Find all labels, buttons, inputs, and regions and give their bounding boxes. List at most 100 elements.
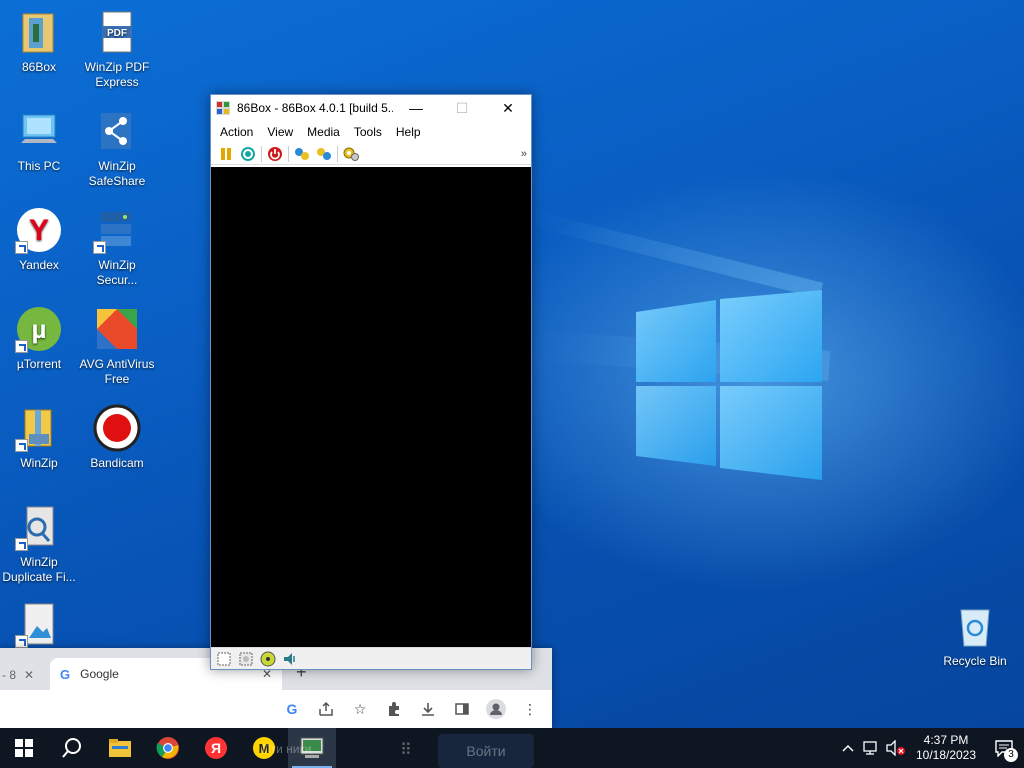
taskbar-file-explorer[interactable] <box>96 728 144 768</box>
winzip-pdf-icon: PDF <box>93 8 141 56</box>
show-hidden-icons-button[interactable] <box>836 728 860 768</box>
desktop-icon-winzip-pdf[interactable]: PDF WinZip PDF Express <box>78 8 156 90</box>
chevron-up-icon <box>842 744 854 752</box>
desktop-icon-label: WinZip PDF Express <box>84 60 150 89</box>
settings-icon <box>343 147 359 161</box>
chrome-icon <box>156 737 179 759</box>
light-beam <box>528 210 824 299</box>
desktop-icon-recycle-bin[interactable]: Recycle Bin <box>936 602 1014 669</box>
86box-app-icon <box>215 100 231 116</box>
pause-icon <box>221 147 231 160</box>
windows-logo <box>636 290 822 480</box>
shortcut-arrow-icon <box>15 439 28 452</box>
desktop-icon-winzip-safeshare[interactable]: WinZip SafeShare <box>78 107 156 189</box>
action-center-button[interactable]: 3 <box>984 728 1024 768</box>
floppy-drive-icon[interactable] <box>213 650 235 668</box>
menu-action[interactable]: Action <box>213 125 260 139</box>
desktop-icon-label: WinZip Secur... <box>96 258 138 287</box>
share-icon[interactable] <box>316 699 336 719</box>
desktop-icon-label: Recycle Bin <box>943 654 1007 668</box>
desktop-icon-yandex[interactable]: Y Yandex <box>0 206 78 273</box>
shortcut-arrow-icon <box>15 340 28 353</box>
start-button[interactable] <box>0 728 48 768</box>
side-panel-icon[interactable] <box>452 699 472 719</box>
profile-avatar-icon[interactable] <box>486 699 506 719</box>
taskbar-yandex[interactable]: Я <box>192 728 240 768</box>
menu-media[interactable]: Media <box>300 125 347 139</box>
desktop-icon-image[interactable] <box>0 600 78 652</box>
desktop-icon-86box[interactable]: 86Box <box>0 8 78 75</box>
chrome-menu-icon[interactable]: ⋮ <box>520 699 540 719</box>
maximize-button[interactable]: ☐ <box>439 95 485 121</box>
86box-window: 86Box - 86Box 4.0.1 [build 5... — ☐ ✕ Ac… <box>210 94 532 670</box>
menu-help[interactable]: Help <box>389 125 428 139</box>
network-icon <box>863 741 877 755</box>
winzip-secure-icon <box>93 206 141 254</box>
emulator-screen[interactable] <box>211 167 531 647</box>
minimize-icon: — <box>409 100 423 116</box>
hard-reset-button[interactable] <box>237 144 259 164</box>
86box-statusbar <box>211 647 531 669</box>
volume-button[interactable] <box>884 728 908 768</box>
desktop-icon-winzip[interactable]: WinZip <box>0 404 78 471</box>
86box-toolbar: » <box>211 143 531 165</box>
winzip-duplicate-icon <box>15 503 63 551</box>
menu-tools[interactable]: Tools <box>347 125 389 139</box>
shortcut-arrow-icon <box>15 241 28 254</box>
chrome-toolbar: G ☆ ⋮ <box>0 690 552 728</box>
pause-button[interactable] <box>215 144 237 164</box>
avg-icon <box>93 305 141 353</box>
desktop-icon-winzip-secure[interactable]: WinZip Secur... <box>78 206 156 288</box>
clock-time: 4:37 PM <box>923 733 969 747</box>
desktop-icon-label: Yandex <box>19 258 59 272</box>
search-icon <box>62 738 81 758</box>
sound-icon[interactable] <box>279 650 301 668</box>
chrome-tab-previous[interactable]: - 8 ✕ <box>0 660 46 690</box>
desktop-icon-label: Bandicam <box>90 456 144 470</box>
background-ghost-text: Пти ники <box>262 742 312 756</box>
tab-close-icon[interactable]: ✕ <box>24 668 34 682</box>
maximize-icon: ☐ <box>455 99 469 116</box>
hard-disk-activity-icon[interactable] <box>257 650 279 668</box>
desktop-icon-winzip-duplicate[interactable]: WinZip Duplicate Fi... <box>0 503 78 585</box>
toolbar-separator <box>337 145 338 162</box>
svg-text:µ: µ <box>32 314 47 344</box>
settings-button[interactable] <box>340 144 362 164</box>
close-button[interactable]: ✕ <box>485 95 531 121</box>
recycle-bin-icon <box>951 602 999 650</box>
ctrl-alt-del-button[interactable] <box>291 144 313 164</box>
desktop-icon-label: 86Box <box>21 60 57 74</box>
taskbar: Я M Пти ники ⠿ Войти 4:37 PM 10/18/2023 … <box>0 728 1024 768</box>
86box-titlebar[interactable]: 86Box - 86Box 4.0.1 [build 5... — ☐ ✕ <box>211 95 531 121</box>
system-tray: 4:37 PM 10/18/2023 3 <box>836 728 1024 768</box>
desktop-icon-utorrent[interactable]: µ µTorrent <box>0 305 78 372</box>
taskbar-chrome[interactable] <box>144 728 192 768</box>
google-lens-icon[interactable]: G <box>282 699 302 719</box>
minimize-button[interactable]: — <box>393 95 439 121</box>
ctrl-alt-esc-icon <box>317 147 331 160</box>
background-grid-icon: ⠿ <box>400 742 412 759</box>
desktop-icon-label: WinZip <box>20 456 58 470</box>
yandex-icon: Y <box>15 206 63 254</box>
desktop-icon-label: AVG AntiVirus Free <box>79 357 155 386</box>
menu-view[interactable]: View <box>260 125 300 139</box>
window-title: 86Box - 86Box 4.0.1 [build 5... <box>237 101 393 115</box>
desktop-icon-bandicam[interactable]: Bandicam <box>78 404 156 471</box>
close-icon: ✕ <box>502 99 514 116</box>
bookmark-star-icon[interactable]: ☆ <box>350 699 370 719</box>
computer-icon <box>15 107 63 155</box>
download-icon[interactable] <box>418 699 438 719</box>
background-ghost-button: Войти <box>438 734 534 768</box>
search-button[interactable] <box>48 728 96 768</box>
taskbar-clock[interactable]: 4:37 PM 10/18/2023 <box>908 733 984 763</box>
network-button[interactable] <box>860 728 884 768</box>
extensions-icon[interactable] <box>384 699 404 719</box>
svg-text:Y: Y <box>29 214 49 247</box>
cdrom-drive-icon[interactable] <box>235 650 257 668</box>
ctrl-alt-esc-button[interactable] <box>313 144 335 164</box>
desktop-icon-this-pc[interactable]: This PC <box>0 107 78 174</box>
desktop-icon-avg[interactable]: AVG AntiVirus Free <box>78 305 156 387</box>
utorrent-icon: µ <box>15 305 63 353</box>
toolbar-overflow-button[interactable]: » <box>521 148 527 160</box>
power-button[interactable] <box>264 144 286 164</box>
